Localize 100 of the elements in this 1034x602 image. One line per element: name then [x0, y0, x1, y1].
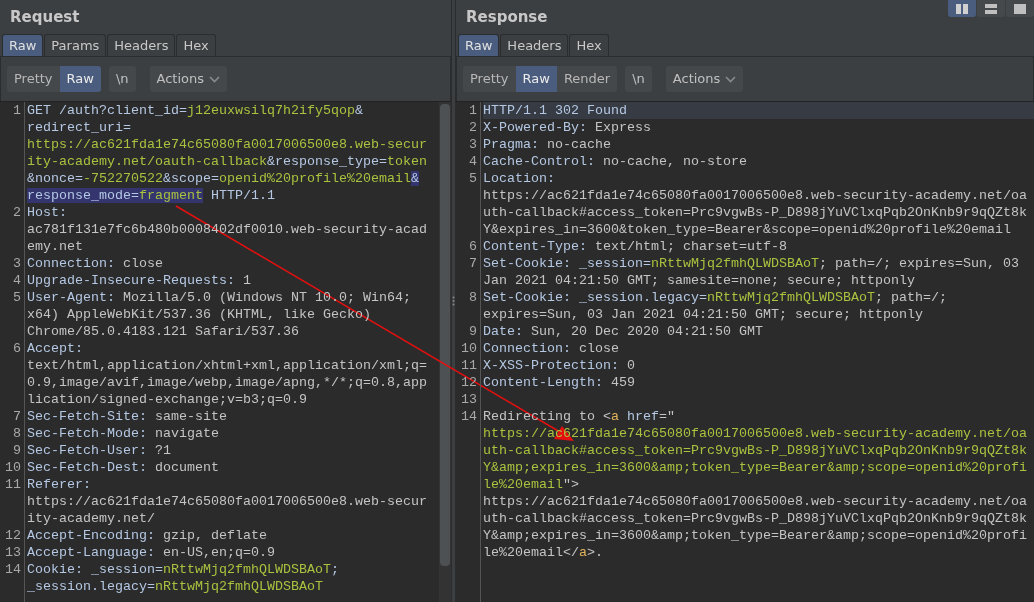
code-token: emy.net: [27, 239, 83, 254]
code-token: &: [410, 171, 419, 186]
code-token: ; path=/;: [874, 290, 947, 305]
line-number: 11: [0, 476, 25, 527]
code-token: uth-callback#access_token=Prc9vgwBs-P_D898jYuVClxqPqb2OnKnb9r9qQZt8k: [483, 511, 1027, 526]
line-number: 3: [456, 136, 481, 153]
line-number: 9: [456, 323, 481, 340]
code-token: &response_type=: [266, 154, 387, 169]
code-token: HTTP/1.1 302 Found: [483, 103, 627, 118]
code-token: ity-academy.net/: [27, 511, 155, 526]
line-number: 10: [456, 340, 481, 357]
code-token: -752270522: [83, 171, 163, 186]
layout-button[interactable]: [948, 0, 976, 17]
tab[interactable]: Headers: [107, 34, 176, 56]
actions-button[interactable]: Actions: [665, 66, 744, 92]
code-token: nRttwMjq2fmhQLWDSBAoT: [650, 256, 819, 271]
layout-button[interactable]: [1006, 0, 1034, 17]
line-number: 2: [0, 204, 25, 255]
line-number: 9: [0, 442, 25, 459]
code-token: Content-Length:: [483, 375, 603, 390]
line-number: 13: [0, 544, 25, 561]
code-token: no-cache, no-store: [601, 154, 747, 169]
code-token: Sun, 20 Dec 2020 04:21:50 GMT: [530, 324, 763, 339]
line-number: 7: [456, 255, 481, 289]
single-pane-icon: [1014, 3, 1026, 14]
view-mode-button[interactable]: Pretty: [463, 66, 516, 92]
layout-button[interactable]: [977, 0, 1005, 17]
code-token: 1: [241, 273, 251, 288]
code-token: Cookie: _session=: [27, 562, 163, 577]
line-number: 1: [456, 102, 481, 119]
view-mode-button[interactable]: Pretty: [7, 66, 60, 92]
code-token: redirect_uri=: [27, 120, 131, 135]
code-token: Y&amp;expires_in=3600&amp;token_type=Bearer&amp;scope=openid%20profi: [483, 460, 1027, 475]
code-token: Cache-Control:: [483, 154, 595, 169]
code-token: ; path=/; expires=Sun, 03: [818, 256, 1019, 271]
line-number: 8: [0, 425, 25, 442]
splitter-handle-icon[interactable]: [452, 296, 455, 306]
line-number: 7: [0, 408, 25, 425]
code-token: lication/signed-exchange;v=b3;q=0.9: [27, 392, 307, 407]
line-number: 12: [456, 374, 481, 391]
tab[interactable]: Hex: [569, 34, 609, 56]
actions-button[interactable]: Actions: [149, 66, 228, 92]
code-token: uth-callback#access_token=Prc9vgwBs-P_D898jYuVClxqPqb2OnKnb9r9qQZt8k: [483, 205, 1027, 220]
code-token: https://ac621fda1e74c65080fa0017006500e8.web-secur: [27, 137, 427, 152]
code-token: Upgrade-Insecure-Requests:: [27, 273, 235, 288]
line-number: 4: [0, 272, 25, 289]
code-token: text/html,application/xhtml+xml,application/xml;q=: [27, 358, 427, 373]
code-token: User-Agent:: [27, 290, 115, 305]
line-number: 11: [456, 357, 481, 374]
code-token: href: [625, 409, 659, 424]
code-token: Set-Cookie: _session=: [483, 256, 651, 271]
code-token: no-cache: [546, 137, 611, 152]
code-token: Accept-Language:: [27, 545, 155, 560]
view-mode-button[interactable]: Raw: [515, 66, 557, 92]
code-token: X-XSS-Protection:: [483, 358, 619, 373]
code-token: &scope=: [163, 171, 219, 186]
line-number: 14: [456, 408, 481, 561]
line-number: 1: [0, 102, 25, 204]
code-token: HTTP/1.1: [209, 188, 275, 203]
code-token: fragment: [139, 188, 203, 203]
tab[interactable]: Hex: [176, 34, 216, 56]
code-token: nRttwMjq2fmhQLWDSBAoT: [706, 290, 875, 305]
view-mode-button[interactable]: Raw: [59, 66, 101, 92]
code-token: nRttwMjq2fmhQLWDSBAoT: [163, 562, 331, 577]
rows-icon: [985, 3, 997, 14]
code-token: Accept:: [27, 341, 83, 356]
tab[interactable]: Params: [44, 34, 107, 56]
code-token: document: [153, 460, 219, 475]
line-number: 6: [456, 238, 481, 255]
code-token: text/html; charset=utf-8: [593, 239, 787, 254]
code-token: expires=Sun, 03 Jan 2021 04:21:50 GMT; secure; httponly: [483, 307, 923, 322]
code-token: Date:: [483, 324, 523, 339]
code-token: X-Powered-By:: [483, 120, 587, 135]
code-token: https://ac621fda1e74c65080fa0017006500e8.web-security-academy.net/oa: [483, 494, 1027, 509]
code-token: 0: [625, 358, 635, 373]
code-token: _session.legacy=: [27, 579, 155, 594]
line-number: 13: [456, 391, 481, 408]
tab[interactable]: Headers: [500, 34, 569, 56]
line-number: 6: [0, 340, 25, 408]
code-token: a: [611, 409, 619, 424]
code-token: Express: [593, 120, 651, 135]
code-token: a: [579, 545, 587, 560]
code-token: le%20email: [483, 477, 563, 492]
scrollbar[interactable]: [439, 102, 451, 602]
chevron-down-icon: [209, 75, 221, 83]
code-token: Connection:: [27, 256, 115, 271]
line-number: 10: [0, 459, 25, 476]
code-token: Accept-Encoding:: [27, 528, 155, 543]
code-token: Y&expires_in=3600&token_type=Bearer&scope=openid%20profile%20email: [483, 222, 1011, 237]
code-token: Connection:: [483, 341, 571, 356]
panel-title: Request: [10, 6, 80, 28]
code-token: j12euxwsilq7h2ify5qop: [186, 103, 355, 118]
code-token: token: [386, 154, 427, 169]
code-token: 459: [609, 375, 635, 390]
tab[interactable]: Raw: [2, 34, 44, 56]
tab[interactable]: Raw: [458, 34, 500, 56]
newline-toggle[interactable]: \n: [108, 66, 136, 92]
code-token: ?1: [153, 443, 171, 458]
view-mode-button[interactable]: Render: [556, 66, 618, 92]
newline-toggle[interactable]: \n: [625, 66, 652, 92]
